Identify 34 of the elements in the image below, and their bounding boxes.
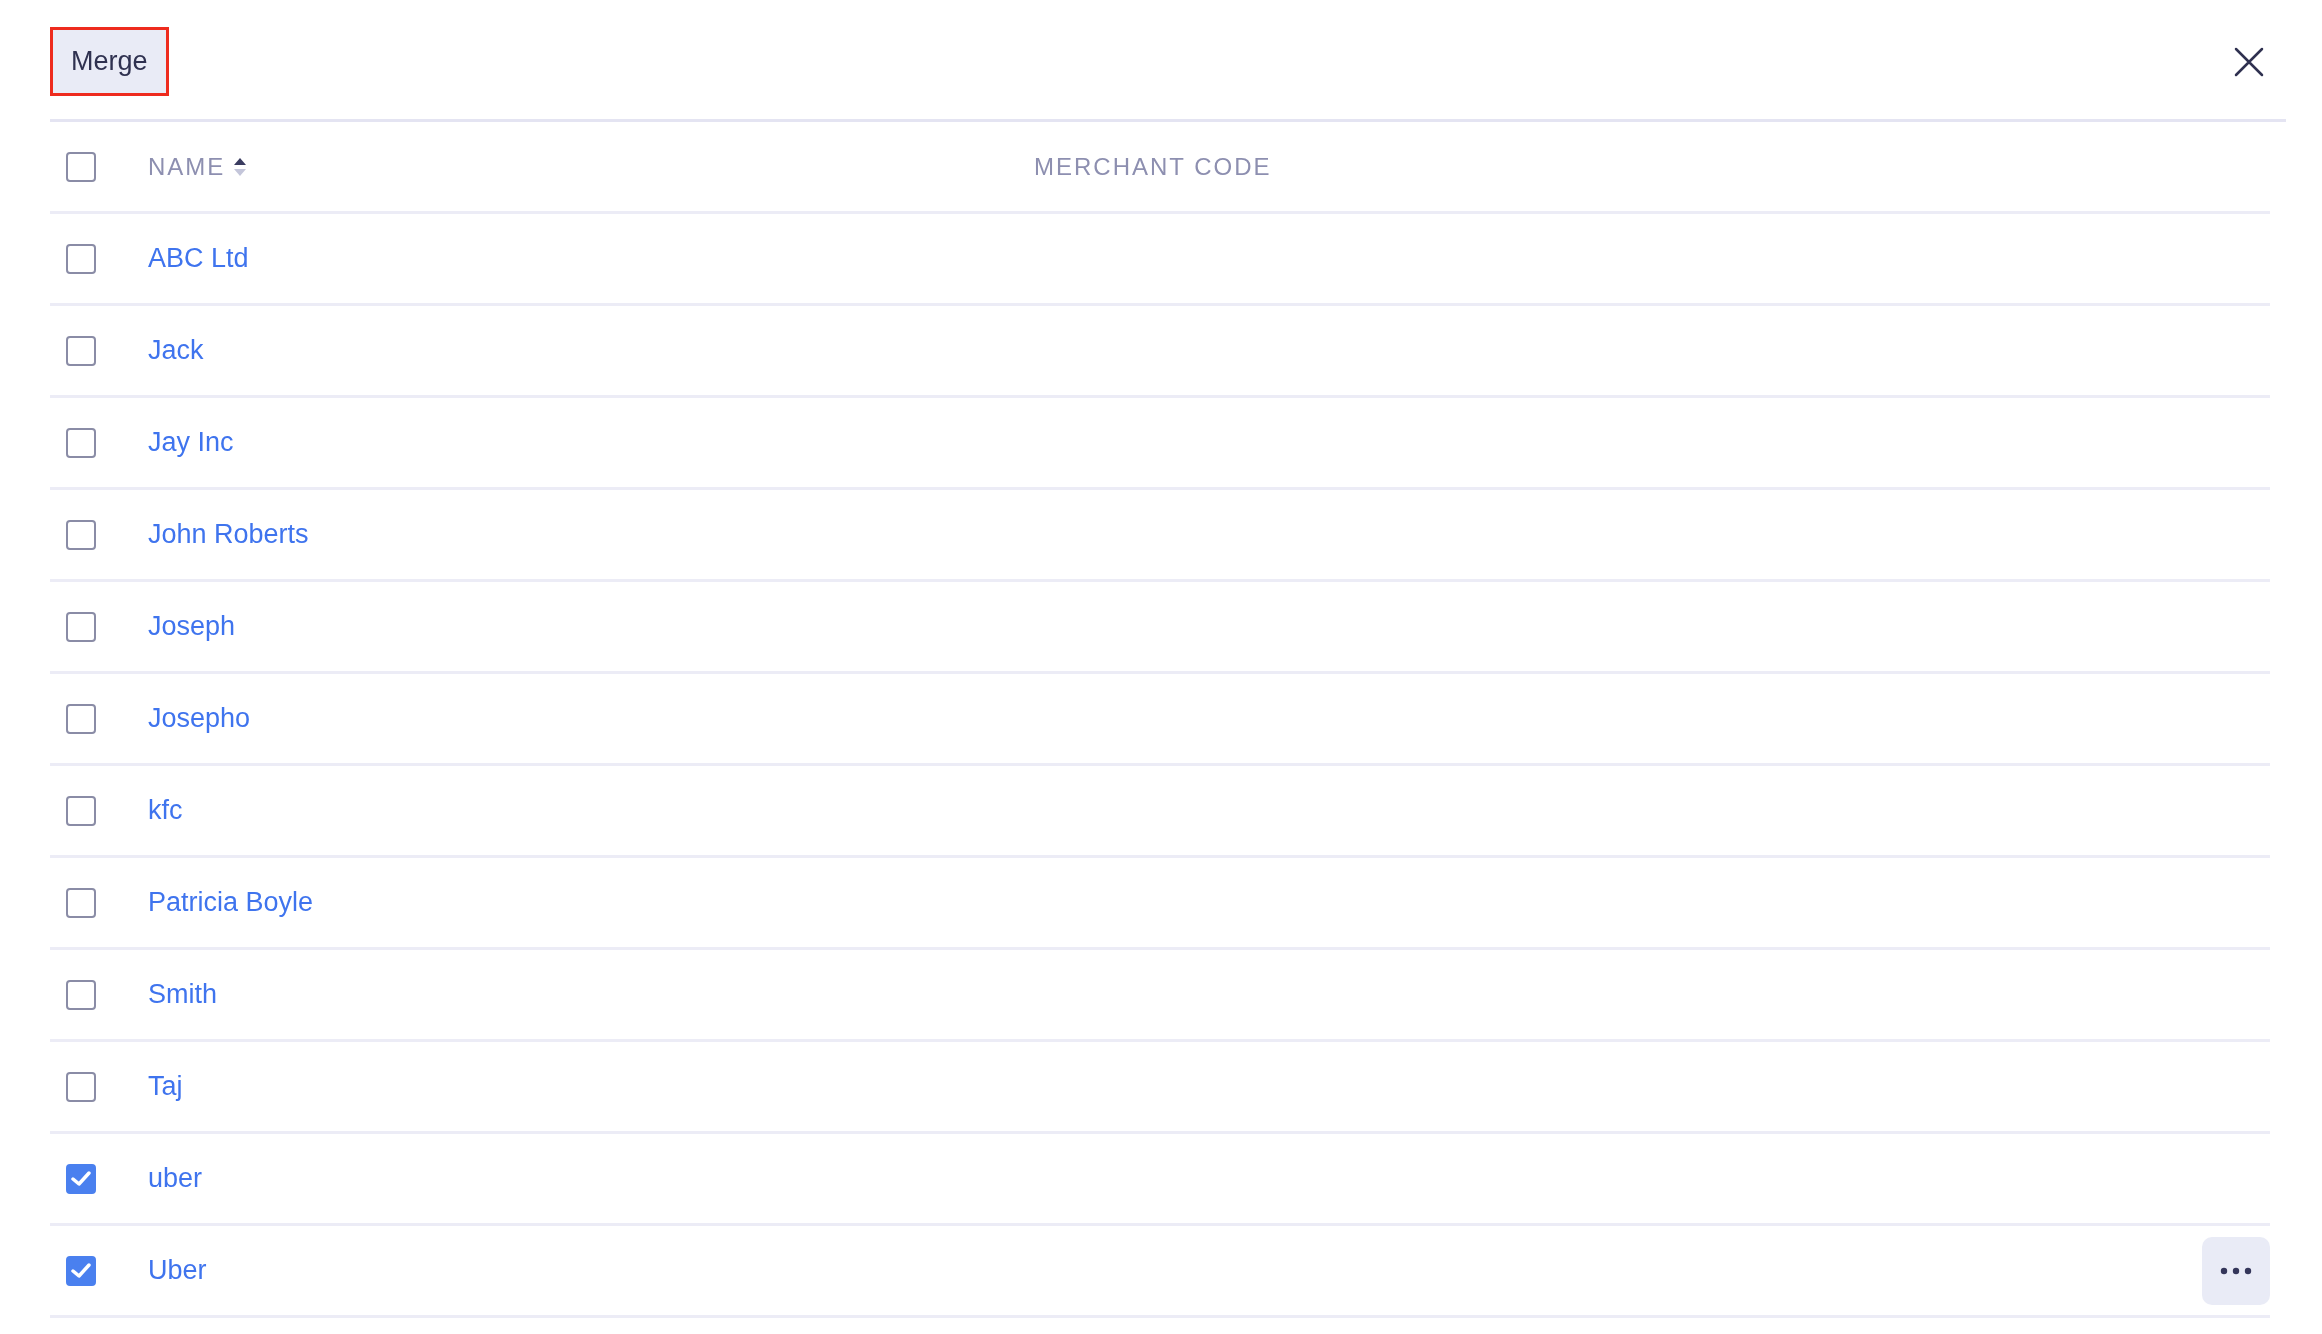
sort-icon[interactable] <box>233 156 248 177</box>
merchant-name-link[interactable]: John Roberts <box>148 519 309 550</box>
merchant-name-link[interactable]: Taj <box>148 1071 183 1102</box>
merchant-name-link[interactable]: Jack <box>148 335 204 366</box>
checkbox[interactable] <box>66 611 96 642</box>
more-options-button[interactable] <box>2202 1236 2270 1305</box>
close-icon[interactable] <box>2234 46 2264 77</box>
checkbox[interactable] <box>66 703 96 734</box>
merchant-name-link[interactable]: kfc <box>148 795 183 826</box>
merchant-name-link[interactable]: Joseph <box>148 611 236 642</box>
checkbox[interactable] <box>66 151 96 182</box>
column-header[interactable]: NAME <box>148 152 226 181</box>
checkbox[interactable] <box>66 1071 96 1102</box>
column-header: MERCHANT CODE <box>1034 152 1272 181</box>
checkbox[interactable] <box>66 1163 96 1194</box>
merchant-name-link[interactable]: uber <box>148 1163 203 1194</box>
checkbox[interactable] <box>66 427 96 458</box>
merchant-name-link[interactable]: Patricia Boyle <box>148 887 314 918</box>
merchant-name-link[interactable]: Josepho <box>148 703 251 734</box>
merchant-name-link[interactable]: ABC Ltd <box>148 243 249 274</box>
checkbox[interactable] <box>66 335 96 366</box>
merchant-name-link[interactable]: Uber <box>148 1255 207 1286</box>
checkbox[interactable] <box>66 519 96 550</box>
merge-button[interactable]: Merge <box>50 27 169 96</box>
checkbox[interactable] <box>66 979 96 1010</box>
checkbox[interactable] <box>66 1255 96 1286</box>
check-icon <box>71 1170 91 1187</box>
checkbox[interactable] <box>66 887 96 918</box>
merchant-name-link[interactable]: Smith <box>148 979 218 1010</box>
more-icon <box>2220 1266 2252 1275</box>
checkbox[interactable] <box>66 243 96 274</box>
check-icon <box>71 1262 91 1279</box>
checkbox[interactable] <box>66 795 96 826</box>
merchant-name-link[interactable]: Jay Inc <box>148 427 234 458</box>
